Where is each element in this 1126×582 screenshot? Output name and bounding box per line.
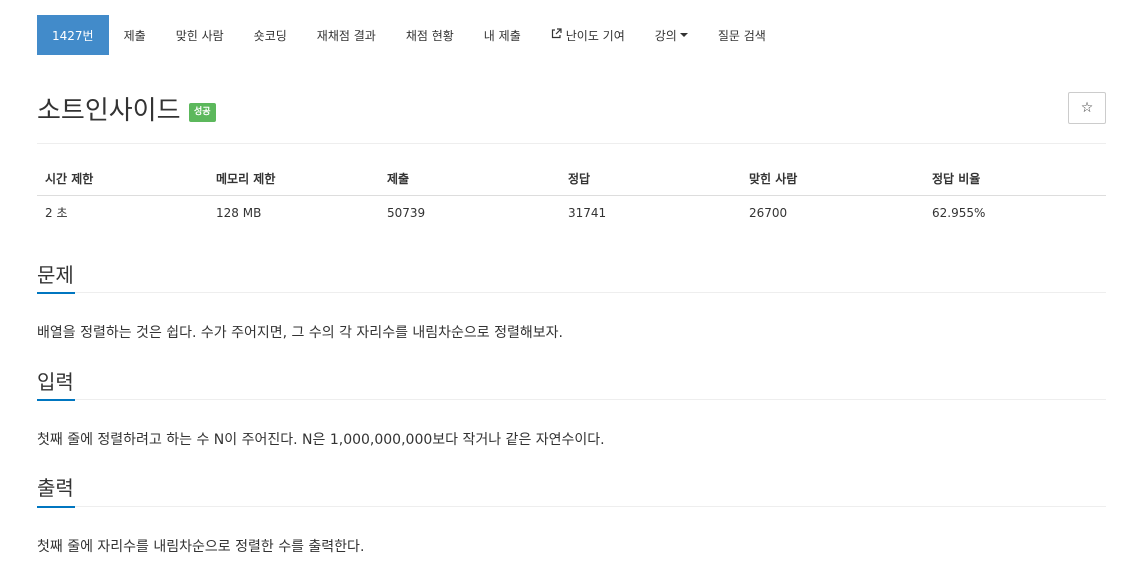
nav-problem-number[interactable]: 1427번 — [37, 15, 109, 55]
value-accept-ratio: 62.955% — [932, 205, 986, 220]
section-text-input: 첫째 줄에 정렬하려고 하는 수 N이 주어진다. N은 1,000,000,0… — [37, 432, 605, 448]
nav-lectures-dropdown[interactable]: 강의 — [640, 15, 703, 55]
nav-question-search[interactable]: 질문 검색 — [703, 15, 781, 55]
info-value-row: 2 초 128 MB 50739 31741 26700 62.955% — [37, 196, 1106, 229]
problem-nav: 1427번 제출 맞힌 사람 숏코딩 재채점 결과 채점 현황 내 제출 난이도… — [37, 15, 781, 55]
nav-difficulty-label: 난이도 기여 — [565, 28, 625, 43]
nav-judge-status[interactable]: 채점 현황 — [391, 15, 469, 55]
section-text-output: 첫째 줄에 자리수를 내림차순으로 정렬한 수를 출력한다. — [37, 539, 365, 555]
value-solved-users: 26700 — [749, 205, 788, 220]
header-memory-limit: 메모리 제한 — [216, 172, 276, 186]
status-badge: 성공 — [189, 103, 216, 122]
nav-difficulty-contribution[interactable]: 난이도 기여 — [536, 15, 640, 55]
header-solved-users: 맞힌 사람 — [749, 172, 798, 186]
header-accepted: 정답 — [568, 172, 591, 186]
caret-down-icon — [679, 33, 688, 37]
nav-my-submissions[interactable]: 내 제출 — [469, 15, 536, 55]
section-title-input: 입력 — [37, 370, 74, 394]
header-submissions: 제출 — [387, 172, 410, 186]
star-icon: ☆ — [1080, 100, 1094, 116]
info-header-row: 시간 제한 메모리 제한 제출 정답 맞힌 사람 정답 비율 — [37, 162, 1106, 196]
section-underline-output — [37, 506, 75, 508]
section-divider-input — [37, 399, 1106, 400]
section-title-problem: 문제 — [37, 263, 74, 287]
section-divider-problem — [37, 292, 1106, 293]
title-divider — [37, 143, 1106, 144]
section-title-output: 출력 — [37, 476, 74, 500]
value-time-limit: 2 초 — [45, 206, 68, 220]
favorite-star-button[interactable]: ☆ — [1068, 92, 1106, 124]
header-accept-ratio: 정답 비율 — [932, 172, 981, 186]
value-memory-limit: 128 MB — [216, 205, 262, 220]
value-accepted: 31741 — [568, 205, 607, 220]
section-text-problem: 배열을 정렬하는 것은 쉽다. 수가 주어지면, 그 수의 각 자리수를 내림차… — [37, 325, 563, 341]
problem-info-table: 시간 제한 메모리 제한 제출 정답 맞힌 사람 정답 비율 2 초 128 M… — [37, 162, 1106, 229]
section-underline-input — [37, 399, 75, 401]
nav-lectures-label: 강의 — [654, 28, 677, 43]
nav-short-coding[interactable]: 숏코딩 — [239, 15, 302, 55]
header-time-limit: 시간 제한 — [45, 172, 94, 186]
problem-title: 소트인사이드 — [37, 96, 181, 126]
value-submissions: 50739 — [387, 205, 426, 220]
section-underline-problem — [37, 292, 75, 294]
nav-submit[interactable]: 제출 — [109, 15, 161, 55]
external-link-icon — [551, 28, 562, 42]
section-divider-output — [37, 506, 1106, 507]
nav-solved-users[interactable]: 맞힌 사람 — [161, 15, 239, 55]
nav-rejudge-results[interactable]: 재채점 결과 — [302, 15, 391, 55]
